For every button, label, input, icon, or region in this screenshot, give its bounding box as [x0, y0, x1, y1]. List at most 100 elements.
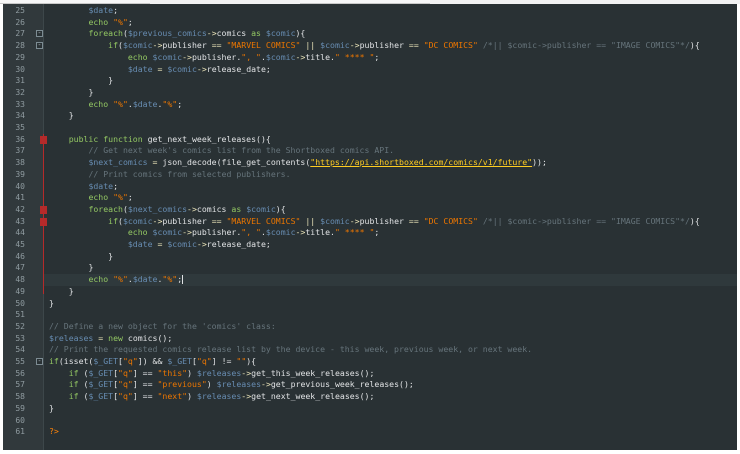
code-token: $previous_comics	[127, 28, 207, 39]
code-token: "%"	[162, 274, 178, 285]
code-line[interactable]: 58 if ($_GET["q"] == "next") $releases->…	[3, 391, 737, 403]
line-number: 48	[15, 275, 25, 285]
code-token: ==	[206, 215, 227, 226]
line-number: 25	[15, 6, 25, 15]
breakpoint-marker[interactable]	[40, 135, 47, 144]
line-number: 56	[15, 368, 25, 378]
code-line[interactable]: 44 echo $comic->publisher.", ".$comic->t…	[3, 227, 737, 239]
code-text: $date;	[49, 5, 118, 17]
code-line[interactable]: 34 }	[3, 110, 737, 122]
line-number: 34	[15, 111, 25, 121]
code-token: }	[68, 285, 74, 296]
code-line[interactable]: 49 }	[3, 286, 737, 298]
code-line[interactable]: 33 echo "%".$date."%";	[3, 99, 737, 111]
code-line[interactable]: 52 // Define a new object for the 'comics…	[3, 321, 737, 333]
code-token: release_date;	[206, 239, 271, 249]
code-line[interactable]: 38 $next_comics = json_decode(file_get_c…	[3, 157, 737, 169]
code-token: ;	[113, 180, 119, 191]
code-line[interactable]: 29 echo $comic->publisher.", ".$comic->t…	[3, 52, 737, 64]
code-line[interactable]: 36 public function get_next_week_release…	[3, 134, 737, 146]
fold-toggle-icon[interactable]: -	[36, 42, 43, 50]
code-line[interactable]: 51	[3, 309, 737, 321]
code-token: )	[187, 391, 197, 402]
fold-toggle-icon[interactable]: -	[36, 358, 43, 365]
code-text: $date = $comic->release_date;	[49, 64, 271, 76]
code-line[interactable]: 48 echo "%".$date."%";	[3, 274, 737, 286]
code-line[interactable]: 35	[3, 122, 737, 134]
code-line[interactable]: 32 }	[3, 87, 737, 99]
code-token: title.	[305, 227, 335, 238]
code-token: ->	[196, 239, 207, 249]
code-line[interactable]: 59}	[3, 403, 737, 415]
code-token: (	[78, 379, 89, 390]
code-line[interactable]: 50}	[3, 298, 737, 310]
code-editor[interactable]: 25 $date; 26 echo "%"; 27- foreach($previo…	[3, 4, 737, 450]
code-token: $comic	[265, 227, 296, 238]
code-token: ->	[182, 51, 192, 62]
code-token: ;	[374, 51, 380, 62]
code-token: publisher	[359, 215, 404, 226]
line-number: 49	[15, 286, 25, 296]
code-token: $comic	[167, 63, 197, 74]
code-token: if	[68, 379, 79, 390]
code-line[interactable]: 27 - foreach($previous_comics->comics as …	[3, 28, 737, 40]
code-line[interactable]: 31 }	[3, 75, 737, 87]
code-token: "%"	[113, 274, 128, 285]
code-token: (	[78, 391, 89, 402]
code-line[interactable]: 60	[3, 415, 737, 427]
code-token: "DC COMICS"	[423, 215, 478, 226]
code-token: publisher	[359, 40, 404, 51]
code-line[interactable]: 26 echo "%";	[3, 17, 737, 29]
code-text: if($comic->publisher == "MARVEL COMICS" …	[49, 216, 700, 228]
code-token: " **** "	[334, 227, 375, 238]
code-line[interactable]: 45 $date = $comic->release_date;	[3, 239, 737, 251]
code-token: foreach	[88, 203, 123, 214]
code-token: ", "	[241, 227, 261, 238]
code-line[interactable]: 55 - if(isset($_GET["q"]) && $_GET["q"] !=…	[3, 356, 737, 368]
line-number: 37	[15, 146, 25, 156]
code-token: $releases	[49, 332, 94, 343]
code-token: "q"	[196, 356, 212, 366]
code-token: ->	[187, 203, 197, 214]
code-token: ==	[206, 40, 227, 51]
breakpoint-marker[interactable]	[40, 205, 47, 214]
code-token: // Print comics from selected publishers…	[88, 168, 291, 179]
code-line[interactable]: 47 }	[3, 262, 737, 274]
fold-toggle-icon[interactable]: -	[36, 30, 43, 38]
code-token: $date	[88, 5, 114, 15]
code-line[interactable]: 30 $date = $comic->release_date;	[3, 64, 737, 76]
code-token: "q"	[118, 367, 133, 378]
code-token: // Print the requested comics release li…	[49, 344, 533, 355]
code-line[interactable]: 43 if($comic->publisher == "MARVEL COMIC…	[3, 216, 737, 228]
code-line[interactable]: 40 $date;	[3, 181, 737, 193]
code-line[interactable]: 57 if ($_GET["q"] == "previous") $releas…	[3, 379, 737, 391]
code-token: ""	[236, 356, 247, 366]
code-line[interactable]: 54 // Print the requested comics release …	[3, 344, 737, 356]
breakpoint-marker[interactable]	[40, 217, 47, 226]
code-line[interactable]: 41 echo "%";	[3, 192, 737, 204]
code-token: get_previous_week_releases();	[270, 379, 414, 390]
code-line[interactable]: 56 if ($_GET["q"] == "this") $releases->…	[3, 368, 737, 380]
code-token: publisher	[162, 215, 207, 226]
code-line[interactable]: 46 }	[3, 251, 737, 263]
code-line[interactable]: 39 // Print comics from selected publish…	[3, 169, 737, 181]
code-line[interactable]: 42 foreach($next_comics->comics as $comi…	[3, 204, 737, 216]
code-token: (isset(	[58, 356, 94, 366]
line-number: 53	[15, 333, 25, 343]
code-line[interactable]: 37 // Get next week's comics list from t…	[3, 145, 737, 157]
line-number: 28	[15, 41, 25, 51]
line-number: 51	[15, 310, 25, 320]
code-token: ||	[300, 215, 321, 226]
code-line[interactable]: 53 $releases = new comics();	[3, 333, 737, 345]
code-token: echo	[127, 51, 148, 62]
code-line[interactable]: 25 $date;	[3, 5, 737, 17]
code-token: $_GET	[88, 367, 114, 378]
code-line[interactable]: 61 ?>	[3, 426, 737, 438]
code-line[interactable]: 28 - if($comic->publisher == "MARVEL COMI…	[3, 40, 737, 52]
